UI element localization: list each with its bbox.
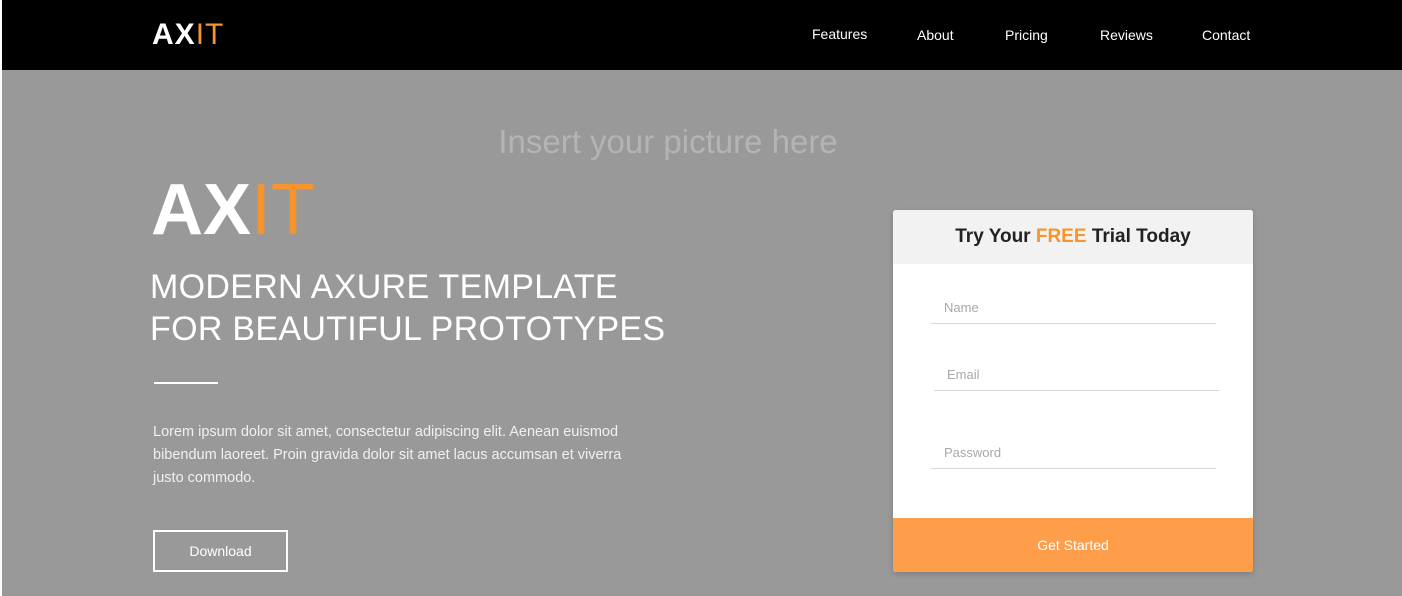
hero-section: Insert your picture here AXIT MODERN AXU… — [2, 70, 1402, 596]
hero-headline-line-1: MODERN AXURE TEMPLATE — [150, 268, 618, 306]
nav-item-features[interactable]: Features — [812, 24, 867, 44]
nav-logo[interactable]: AXIT — [152, 17, 224, 53]
password-input[interactable] — [931, 437, 1216, 469]
trial-signup-card: Try Your FREE Trial Today Get Started — [893, 210, 1253, 572]
landing-page: AXIT Features About Pricing Reviews Cont… — [0, 0, 1402, 596]
hero-logo-part-it: IT — [251, 170, 316, 250]
hero-image-placeholder-text: Insert your picture here — [498, 123, 838, 160]
hero-logo-part-ax: AX — [151, 170, 252, 250]
nav-item-pricing[interactable]: Pricing — [1005, 25, 1048, 45]
hero-headline: MODERN AXURE TEMPLATE FOR BEAUTIFUL PROT… — [150, 266, 665, 350]
trial-title-free-highlight: FREE — [1035, 226, 1087, 247]
trial-card-title: Try Your FREE Trial Today — [893, 210, 1253, 264]
name-input[interactable] — [931, 292, 1216, 324]
nav-logo-part-ax: AX — [152, 18, 196, 51]
email-input[interactable] — [934, 359, 1219, 391]
trial-title-prefix: Try Your — [955, 226, 1036, 247]
hero-divider — [154, 382, 218, 384]
get-started-button[interactable]: Get Started — [893, 518, 1253, 572]
hero-logo: AXIT — [151, 170, 315, 250]
nav-item-about[interactable]: About — [917, 25, 954, 45]
nav-item-reviews[interactable]: Reviews — [1100, 25, 1153, 45]
top-nav-bar: AXIT Features About Pricing Reviews Cont… — [2, 0, 1402, 70]
trial-title-suffix: Trial Today — [1086, 226, 1191, 247]
hero-headline-line-2: FOR BEAUTIFUL PROTOTYPES — [150, 310, 666, 348]
hero-description: Lorem ipsum dolor sit amet, consectetur … — [153, 424, 622, 486]
nav-item-contact[interactable]: Contact — [1202, 25, 1250, 45]
nav-logo-part-it: IT — [195, 18, 225, 51]
download-button[interactable]: Download — [153, 530, 288, 572]
